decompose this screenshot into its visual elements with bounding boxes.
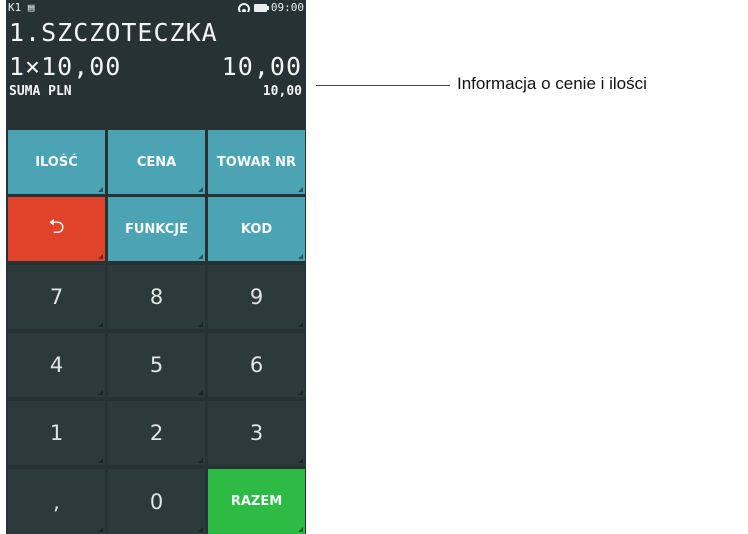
back-arrow-icon: ⮌: [48, 214, 65, 238]
line-total: 10,00: [221, 52, 302, 81]
key-6[interactable]: 6: [208, 333, 305, 397]
status-right: 09:00: [237, 1, 304, 14]
sum-value: 10,00: [262, 84, 302, 99]
callout-line: [316, 85, 450, 86]
total-button[interactable]: RAZEM: [208, 469, 305, 534]
key-2[interactable]: 2: [108, 401, 205, 465]
key-5[interactable]: 5: [108, 333, 205, 397]
key-8[interactable]: 8: [108, 265, 205, 329]
item-name: 1.SZCZOTECZKA: [9, 18, 218, 47]
status-left: K1 ▤: [8, 1, 35, 14]
code-button[interactable]: KOD: [208, 197, 305, 261]
sum-label: SUMA PLN: [9, 84, 72, 99]
price-button[interactable]: CENA: [108, 130, 205, 194]
qty-price: 1×10,00: [9, 52, 122, 81]
battery-icon: [253, 3, 269, 12]
status-bar: K1 ▤ 09:00: [6, 0, 306, 16]
back-button[interactable]: ⮌: [8, 197, 105, 261]
quantity-button[interactable]: ILOŚĆ: [8, 130, 105, 194]
key-3[interactable]: 3: [208, 401, 305, 465]
functions-button[interactable]: FUNKCJE: [108, 197, 205, 261]
callout-label: Informacja o cenie i ilości: [457, 74, 647, 93]
wifi-icon: [237, 3, 250, 12]
key-1[interactable]: 1: [8, 401, 105, 465]
key-0[interactable]: 0: [108, 469, 205, 534]
clock: 09:00: [270, 1, 304, 14]
key-7[interactable]: 7: [8, 265, 105, 329]
key-9[interactable]: 9: [208, 265, 305, 329]
key-4[interactable]: 4: [8, 333, 105, 397]
receipt-icon: ▤: [27, 1, 35, 14]
comma-key[interactable]: ,: [8, 469, 105, 534]
register-label: K1: [8, 1, 22, 14]
item-number-button[interactable]: TOWAR NR: [208, 130, 305, 194]
pos-device-screen: K1 ▤ 09:00 1.SZCZOTECZKA 1×10,00 10,00 S…: [6, 0, 306, 534]
